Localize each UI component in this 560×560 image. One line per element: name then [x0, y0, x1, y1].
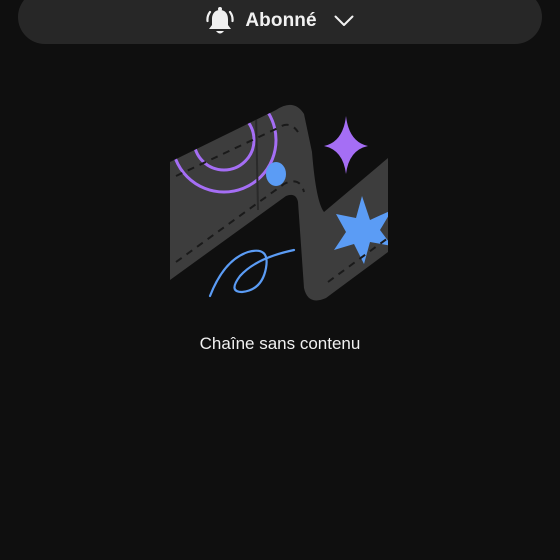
subscribed-label: Abonné: [245, 10, 317, 31]
bell-icon: [205, 6, 235, 36]
empty-channel-message: Chaîne sans contenu: [199, 334, 361, 353]
empty-channel-illustration: [166, 92, 392, 306]
channel-screen: Abonné Chaîne sans contenu: [0, 0, 560, 560]
subscribed-button[interactable]: Abonné: [18, 0, 542, 44]
chevron-down-icon: [333, 10, 355, 32]
